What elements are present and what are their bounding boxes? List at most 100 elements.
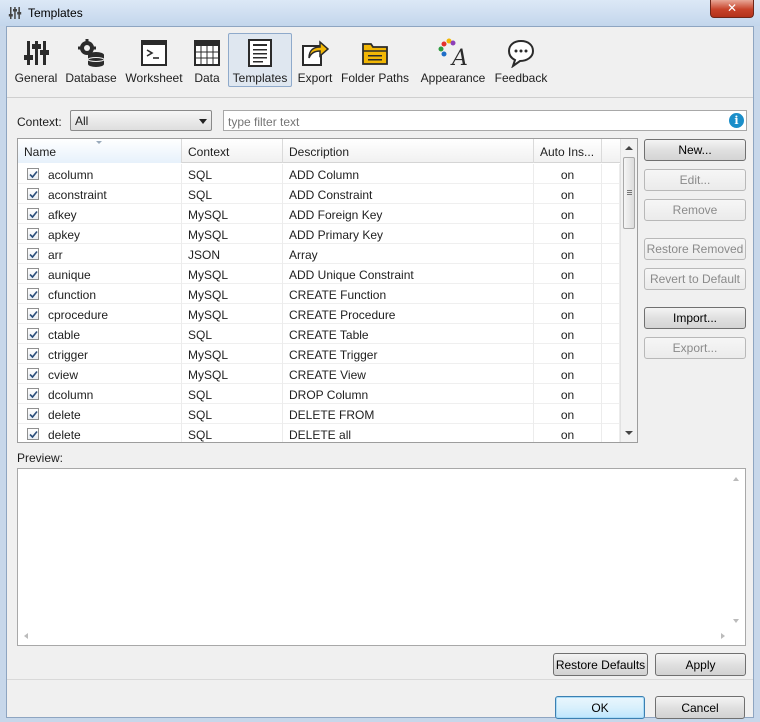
enabled-checkbox[interactable] xyxy=(27,248,39,260)
table-row[interactable]: cview MySQL CREATE View on xyxy=(18,364,620,384)
enabled-checkbox[interactable] xyxy=(27,208,39,220)
auto-insert-cell[interactable]: on xyxy=(534,384,602,404)
preview-vertical-scrollbar[interactable] xyxy=(728,469,745,629)
table-row[interactable]: cprocedure MySQL CREATE Procedure on xyxy=(18,304,620,324)
tab-database[interactable]: Database xyxy=(63,33,119,87)
restore-removed-button[interactable]: Restore Removed xyxy=(644,238,746,260)
table-row[interactable]: ctable SQL CREATE Table on xyxy=(18,324,620,344)
auto-insert-cell[interactable]: on xyxy=(534,264,602,284)
scroll-right-icon[interactable] xyxy=(721,633,725,639)
close-button[interactable]: ✕ xyxy=(710,0,754,18)
scrollbar-thumb[interactable] xyxy=(623,157,635,229)
table-row[interactable]: arr JSON Array on xyxy=(18,244,620,264)
scroll-up-icon[interactable] xyxy=(625,146,633,150)
tab-folder-paths[interactable]: Folder Paths xyxy=(340,33,410,87)
enabled-checkbox[interactable] xyxy=(27,368,39,380)
tab-label: Folder Paths xyxy=(341,71,410,85)
export-button[interactable]: Export... xyxy=(644,337,746,359)
enabled-cell xyxy=(18,204,44,224)
scroll-up-icon[interactable] xyxy=(733,477,739,481)
scroll-down-icon[interactable] xyxy=(733,619,739,623)
scroll-down-icon[interactable] xyxy=(625,431,633,435)
tab-label: Feedback xyxy=(494,71,548,85)
preview-horizontal-scrollbar[interactable] xyxy=(18,628,745,645)
auto-insert-cell[interactable]: on xyxy=(534,364,602,384)
column-header-description[interactable]: Description xyxy=(283,139,534,163)
column-header-context[interactable]: Context xyxy=(182,139,283,163)
column-header-auto-insert[interactable]: Auto Ins... xyxy=(534,139,602,163)
table-row[interactable]: cfunction MySQL CREATE Function on xyxy=(18,284,620,304)
description-cell: DROP Column xyxy=(283,384,534,404)
auto-insert-cell[interactable]: on xyxy=(534,244,602,264)
table-row[interactable]: delete SQL DELETE FROM on xyxy=(18,404,620,424)
filter-input[interactable] xyxy=(223,110,747,131)
enabled-checkbox[interactable] xyxy=(27,188,39,200)
table-scrollbar[interactable] xyxy=(620,139,637,442)
enabled-cell xyxy=(18,404,44,424)
auto-insert-cell[interactable]: on xyxy=(534,424,602,442)
edit-button[interactable]: Edit... xyxy=(644,169,746,191)
tab-label: Export xyxy=(297,71,333,85)
table-row[interactable]: acolumn SQL ADD Column on xyxy=(18,164,620,184)
enabled-checkbox[interactable] xyxy=(27,408,39,420)
info-icon[interactable]: i xyxy=(729,113,744,128)
enabled-checkbox[interactable] xyxy=(27,328,39,340)
table-row[interactable]: aconstraint SQL ADD Constraint on xyxy=(18,184,620,204)
scroll-left-icon[interactable] xyxy=(24,633,28,639)
auto-insert-cell[interactable]: on xyxy=(534,304,602,324)
enabled-checkbox[interactable] xyxy=(27,268,39,280)
enabled-checkbox[interactable] xyxy=(27,428,39,440)
chevron-down-icon xyxy=(199,119,207,124)
table-row[interactable]: afkey MySQL ADD Foreign Key on xyxy=(18,204,620,224)
table-row[interactable]: dcolumn SQL DROP Column on xyxy=(18,384,620,404)
tab-appearance[interactable]: A Appearance xyxy=(417,33,489,87)
name-cell: apkey xyxy=(44,224,182,244)
title-bar[interactable]: Templates ✕ xyxy=(0,0,760,26)
name-cell: cview xyxy=(44,364,182,384)
tab-data[interactable]: Data xyxy=(189,33,225,87)
enabled-checkbox[interactable] xyxy=(27,168,39,180)
apply-button[interactable]: Apply xyxy=(655,653,746,676)
enabled-checkbox[interactable] xyxy=(27,388,39,400)
table-row[interactable]: apkey MySQL ADD Primary Key on xyxy=(18,224,620,244)
column-header-name[interactable]: Name xyxy=(18,139,182,163)
enabled-checkbox[interactable] xyxy=(27,348,39,360)
description-cell: CREATE Table xyxy=(283,324,534,344)
preview-area[interactable] xyxy=(17,468,746,646)
tab-worksheet[interactable]: Worksheet xyxy=(123,33,185,87)
tab-export[interactable]: Export xyxy=(295,33,335,87)
filler-cell xyxy=(602,384,620,404)
ok-button[interactable]: OK xyxy=(555,696,645,719)
auto-insert-cell[interactable]: on xyxy=(534,184,602,204)
cancel-button[interactable]: Cancel xyxy=(655,696,745,719)
tab-templates[interactable]: Templates xyxy=(228,33,292,87)
auto-insert-cell[interactable]: on xyxy=(534,204,602,224)
enabled-cell xyxy=(18,284,44,304)
enabled-checkbox[interactable] xyxy=(27,228,39,240)
enabled-checkbox[interactable] xyxy=(27,308,39,320)
preferences-toolbar: General Database Worksheet Data Template… xyxy=(7,27,753,93)
remove-button[interactable]: Remove xyxy=(644,199,746,221)
auto-insert-cell[interactable]: on xyxy=(534,324,602,344)
auto-insert-cell[interactable]: on xyxy=(534,404,602,424)
description-cell: CREATE View xyxy=(283,364,534,384)
new-button[interactable]: New... xyxy=(644,139,746,161)
context-select[interactable]: All xyxy=(70,110,212,131)
auto-insert-cell[interactable]: on xyxy=(534,344,602,364)
context-cell: SQL xyxy=(182,404,283,424)
checkmark-icon xyxy=(29,330,38,339)
tab-general[interactable]: General xyxy=(13,33,59,87)
revert-to-default-button[interactable]: Revert to Default xyxy=(644,268,746,290)
restore-defaults-button[interactable]: Restore Defaults xyxy=(553,653,648,676)
enabled-checkbox[interactable] xyxy=(27,288,39,300)
table-row[interactable]: delete SQL DELETE all on xyxy=(18,424,620,442)
table-row[interactable]: ctrigger MySQL CREATE Trigger on xyxy=(18,344,620,364)
auto-insert-cell[interactable]: on xyxy=(534,284,602,304)
checkmark-icon xyxy=(29,410,38,419)
tab-feedback[interactable]: Feedback xyxy=(492,33,550,87)
auto-insert-cell[interactable]: on xyxy=(534,224,602,244)
context-cell: SQL xyxy=(182,164,283,184)
import-button[interactable]: Import... xyxy=(644,307,746,329)
auto-insert-cell[interactable]: on xyxy=(534,164,602,184)
table-row[interactable]: aunique MySQL ADD Unique Constraint on xyxy=(18,264,620,284)
